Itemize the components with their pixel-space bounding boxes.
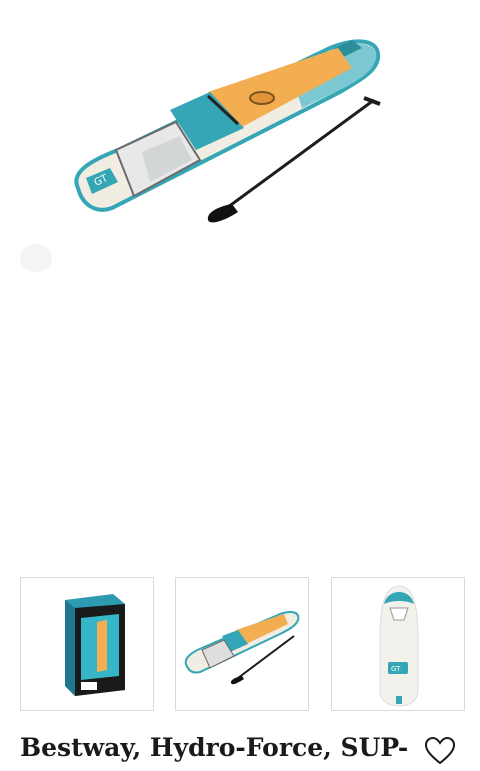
board-with-paddle-image: [184, 611, 300, 685]
favorite-button[interactable]: [424, 736, 456, 766]
thumbnail-strip: GT: [20, 577, 466, 712]
thumbnail-board-with-paddle[interactable]: [175, 577, 309, 711]
thumbnail-product-box[interactable]: [20, 577, 154, 711]
product-box-image: [65, 594, 125, 696]
thumbnail-board-bottom[interactable]: GT: [331, 577, 465, 711]
main-product-image[interactable]: GT: [0, 0, 480, 560]
sup-board-illustration: GT: [20, 39, 381, 272]
product-title: Bestway, Hydro-Force, SUP-: [20, 729, 408, 767]
product-title-line-1: Bestway, Hydro-Force, SUP-: [20, 733, 409, 762]
board-bottom-image: GT: [379, 585, 419, 707]
heart-outline-icon: [424, 736, 456, 765]
svg-text:GT: GT: [391, 665, 401, 673]
